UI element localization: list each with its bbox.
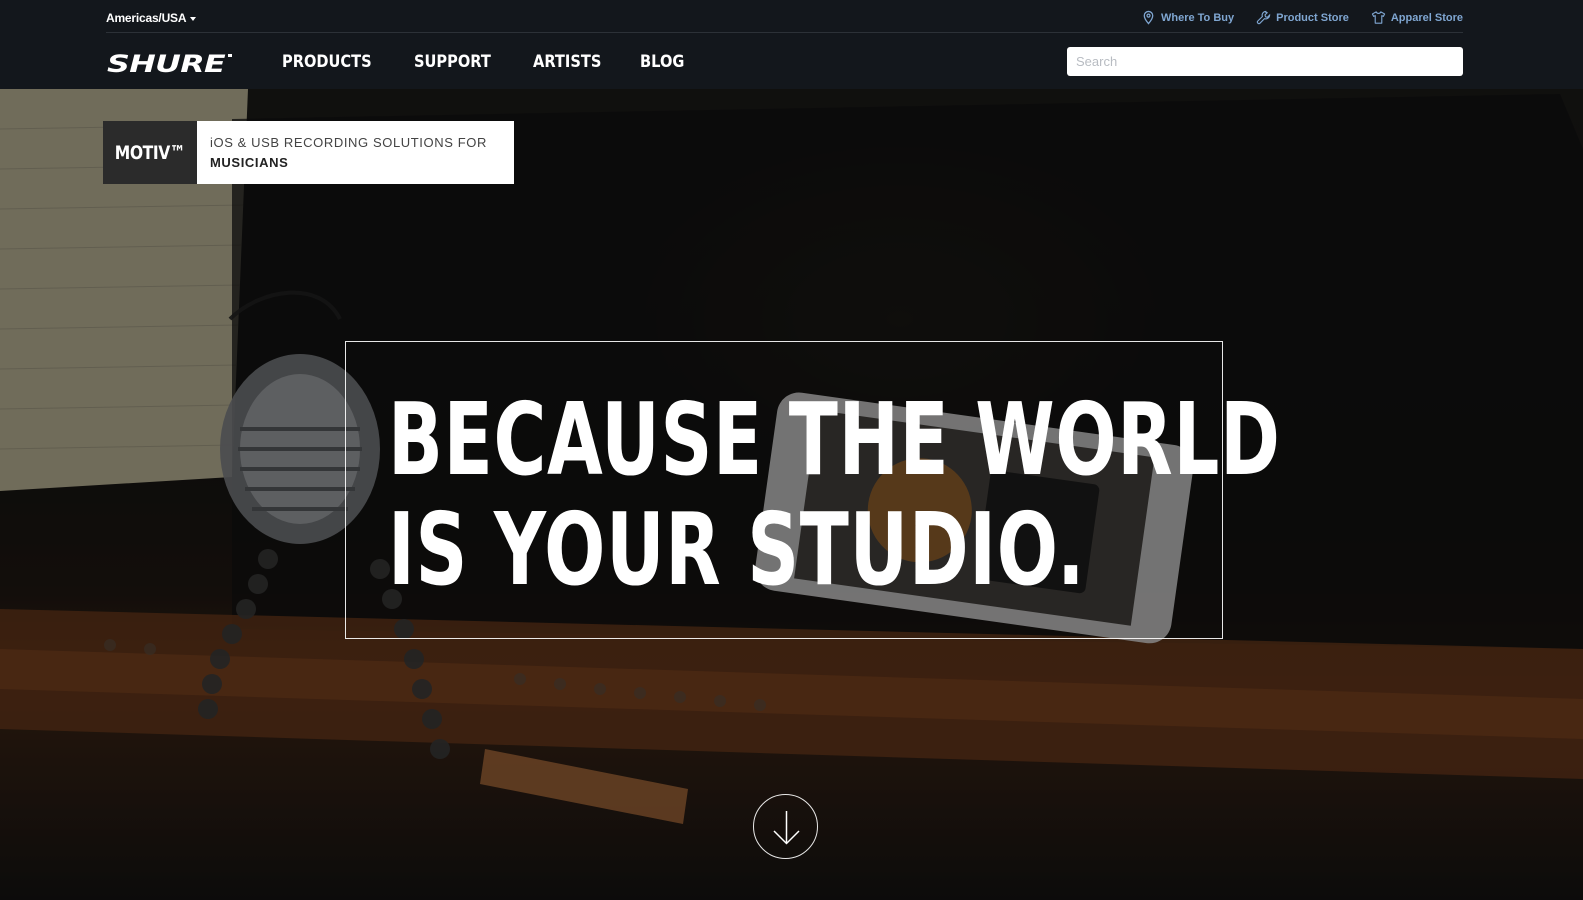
apparel-store-link[interactable]: Apparel Store xyxy=(1371,10,1463,25)
hero-banner: MOTIV™ iOS & USB RECORDING SOLUTIONS FOR… xyxy=(0,89,1583,900)
search-input[interactable] xyxy=(1067,47,1463,76)
utility-bar: Americas/USA Where To Buy Product Store … xyxy=(106,0,1463,33)
logo-text: SHURE xyxy=(107,51,226,75)
region-selector[interactable]: Americas/USA xyxy=(106,11,197,25)
arrow-down-icon xyxy=(773,811,800,845)
where-to-buy-link[interactable]: Where To Buy xyxy=(1141,10,1234,25)
caret-down-icon xyxy=(190,16,197,21)
shure-logo[interactable]: SHURE xyxy=(106,51,236,75)
nav-artists[interactable]: ARTISTS xyxy=(533,52,625,72)
location-pin-icon xyxy=(1143,10,1154,25)
region-label: Americas/USA xyxy=(106,11,187,25)
utility-links: Where To Buy Product Store Apparel Store xyxy=(1141,10,1463,25)
product-store-label: Product Store xyxy=(1276,11,1349,24)
nav-blog[interactable]: BLOG xyxy=(640,52,709,72)
hero-headline: BECAUSE THE WORLD IS YOUR STUDIO. xyxy=(388,385,1281,605)
site-header: Americas/USA Where To Buy Product Store … xyxy=(0,0,1583,89)
product-store-link[interactable]: Product Store xyxy=(1256,10,1349,25)
nav-support[interactable]: SUPPORT xyxy=(414,52,516,72)
tshirt-icon xyxy=(1371,11,1386,24)
tag-line-2: MUSICIANS xyxy=(210,155,289,170)
product-tag[interactable]: MOTIV™ iOS & USB RECORDING SOLUTIONS FOR… xyxy=(103,121,514,184)
tag-brand-label: MOTIV™ xyxy=(114,141,186,164)
nav-products[interactable]: PRODUCTS xyxy=(282,52,396,72)
where-to-buy-label: Where To Buy xyxy=(1160,11,1235,24)
nav-menu: PRODUCTS SUPPORT ARTISTS BLOG xyxy=(282,52,720,72)
tag-line-1: iOS & USB RECORDING SOLUTIONS FOR xyxy=(210,135,487,150)
main-nav: SHURE PRODUCTS SUPPORT ARTISTS BLOG xyxy=(106,45,1463,81)
tag-brand: MOTIV™ xyxy=(103,121,197,184)
apparel-store-label: Apparel Store xyxy=(1390,11,1463,24)
headline-frame: BECAUSE THE WORLD IS YOUR STUDIO. xyxy=(345,341,1280,639)
wrench-icon xyxy=(1256,10,1271,25)
headline-line-2: IS YOUR STUDIO. xyxy=(388,491,1086,608)
headline-line-1: BECAUSE THE WORLD xyxy=(388,381,1281,498)
scroll-down-button[interactable] xyxy=(753,794,818,859)
tag-description: iOS & USB RECORDING SOLUTIONS FOR MUSICI… xyxy=(197,121,514,184)
